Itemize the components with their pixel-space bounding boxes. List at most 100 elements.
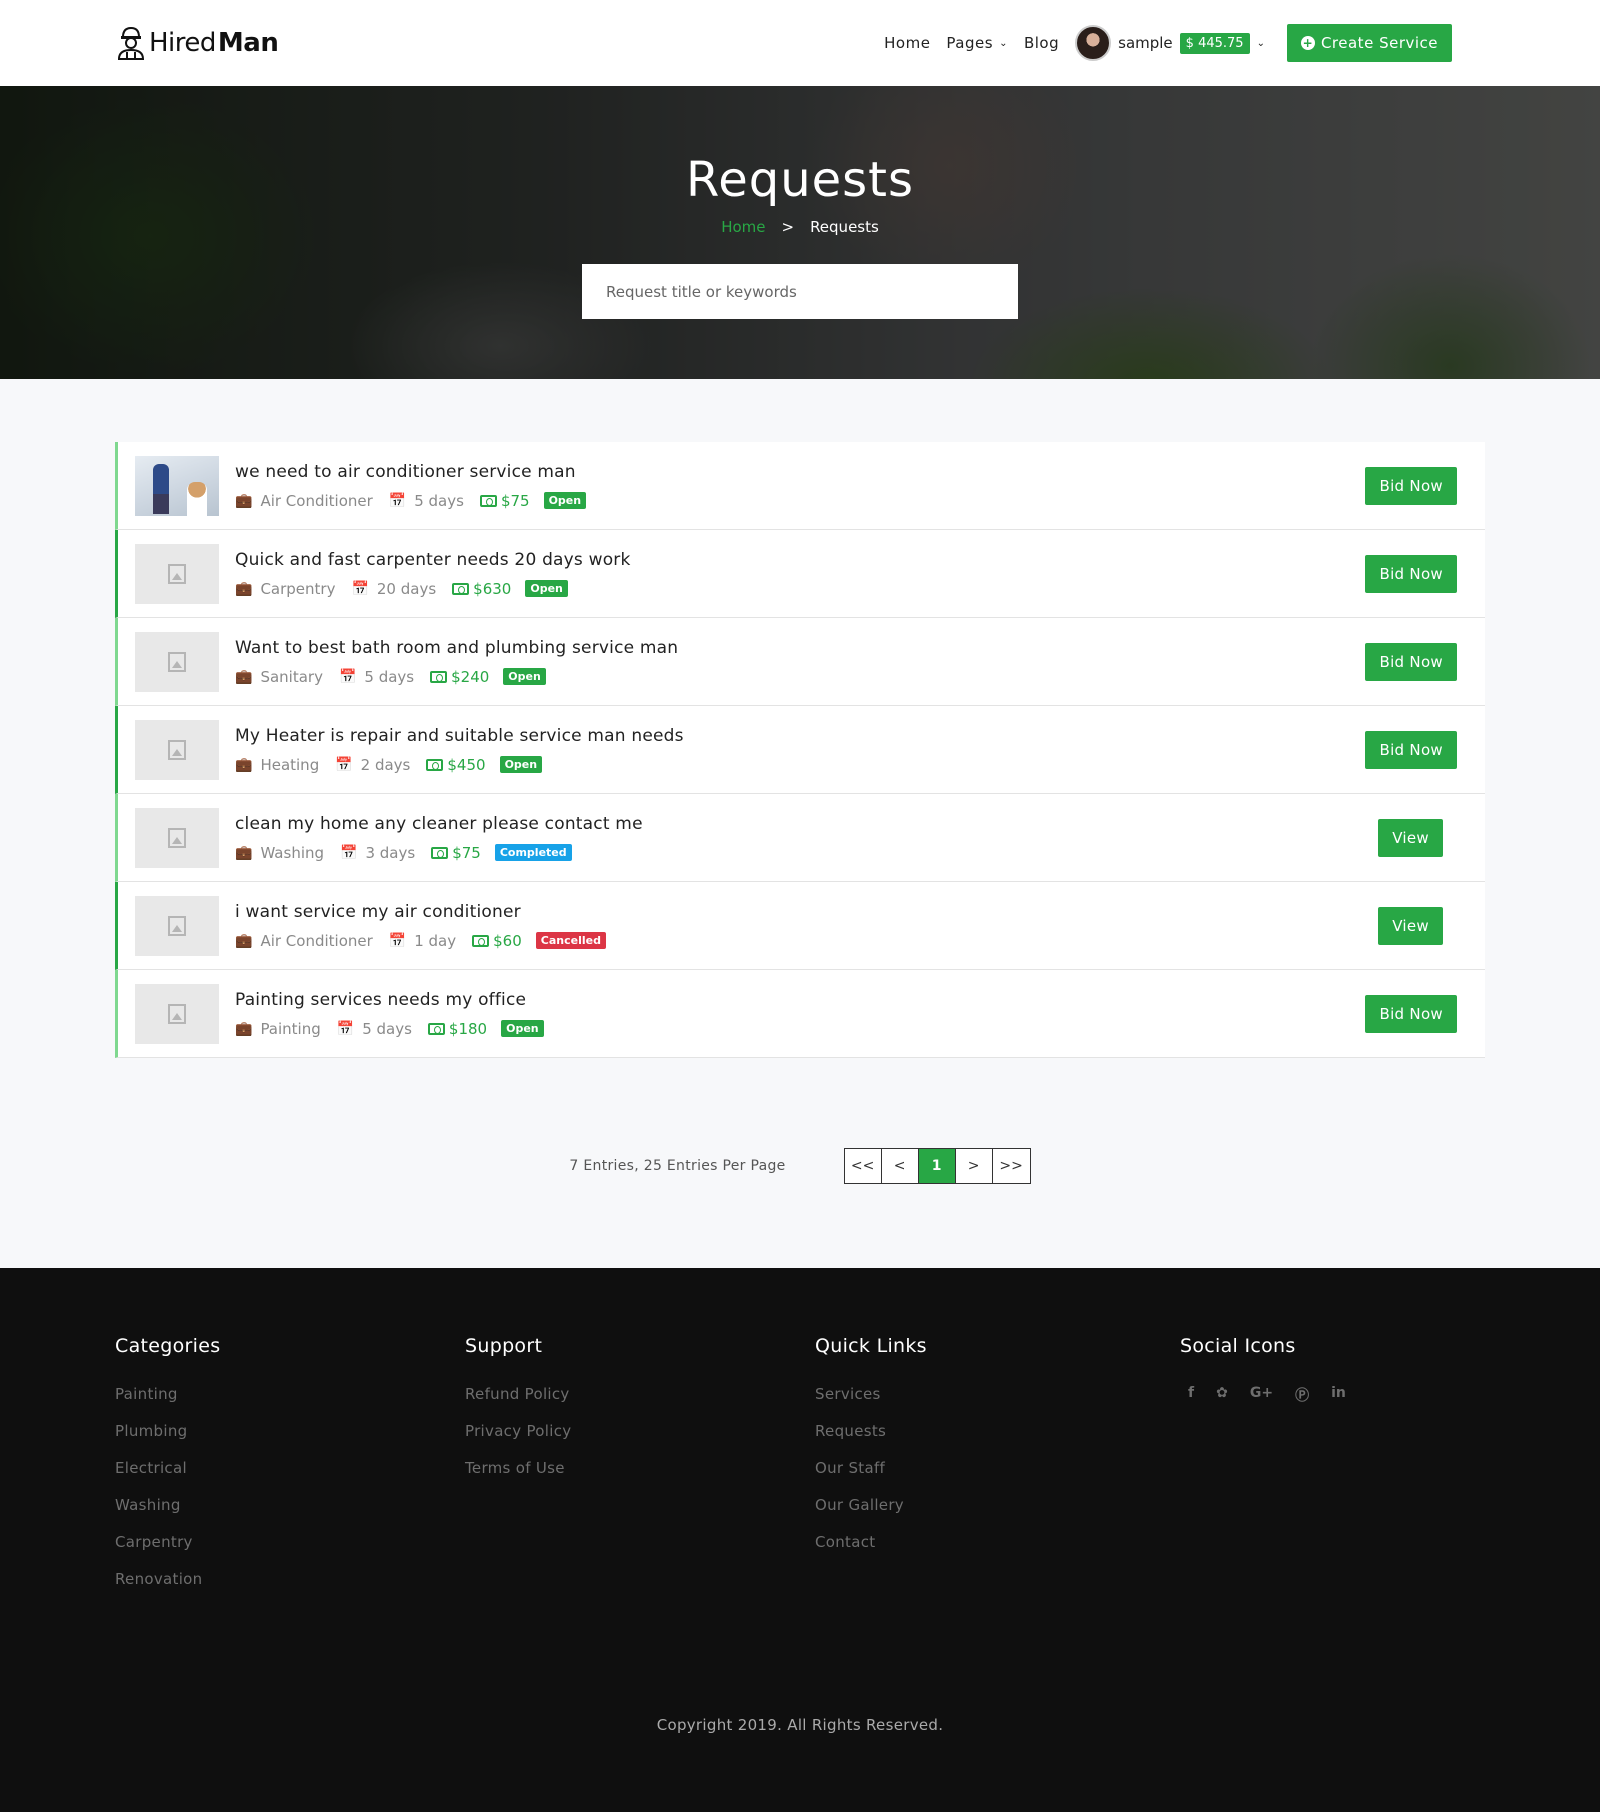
footer-social: Social Icons f ✿ G+ Ⓟ in (1180, 1335, 1346, 1607)
money-icon (427, 1022, 445, 1035)
briefcase-icon: 💼 (235, 1020, 253, 1037)
user-menu[interactable]: sample $ 445.75 ⌄ (1075, 25, 1265, 61)
request-row[interactable]: Painting services needs my office 💼 Painti… (115, 970, 1485, 1058)
footer-link[interactable]: Renovation (115, 1570, 465, 1588)
main-nav: Home Pages ⌄ Blog sample $ 445.75 ⌄ + Cre… (884, 24, 1452, 62)
logo[interactable]: Hired Man (115, 25, 279, 61)
request-price: $450 (447, 755, 486, 774)
footer-link[interactable]: Contact (815, 1533, 1180, 1551)
request-meta: 💼 Air Conditioner 📅 5 days $75 Open (235, 492, 1365, 510)
request-duration: 5 days (362, 1019, 412, 1038)
bid-now-button[interactable]: Bid Now (1365, 642, 1457, 681)
next-page-button[interactable]: > (955, 1149, 993, 1183)
search-input[interactable] (606, 282, 994, 301)
request-title[interactable]: Quick and fast carpenter needs 20 days w… (235, 550, 1365, 570)
entries-summary: 7 Entries, 25 Entries Per Page (569, 1158, 786, 1174)
footer-link[interactable]: Our Staff (815, 1459, 1180, 1477)
request-thumbnail[interactable] (135, 895, 219, 956)
create-service-button[interactable]: + Create Service (1286, 24, 1452, 62)
request-row[interactable]: Quick and fast carpenter needs 20 days w… (115, 530, 1485, 618)
nav-pages[interactable]: Pages ⌄ (946, 34, 1008, 52)
footer-link[interactable]: Washing (115, 1496, 465, 1514)
request-thumbnail[interactable] (135, 543, 219, 604)
copyright: Copyright 2019. All Rights Reserved. (656, 1716, 944, 1734)
nav-home[interactable]: Home (884, 34, 930, 52)
linkedin-icon[interactable]: in (1331, 1385, 1346, 1405)
request-info: My Heater is repair and suitable service… (235, 726, 1365, 774)
page-1-button[interactable]: 1 (918, 1149, 956, 1183)
footer-support: Support Refund Policy Privacy Policy Ter… (465, 1335, 815, 1607)
request-thumbnail[interactable] (135, 807, 219, 868)
footer-link[interactable]: Terms of Use (465, 1459, 815, 1477)
request-price: $240 (451, 667, 490, 686)
request-row[interactable]: i want service my air conditioner 💼 Air Co… (115, 882, 1485, 970)
request-info: clean my home any cleaner please contact… (235, 814, 1378, 862)
request-category: Air Conditioner (260, 931, 373, 950)
image-placeholder-icon (168, 651, 186, 672)
footer-link[interactable]: Privacy Policy (465, 1422, 815, 1440)
request-thumbnail[interactable] (135, 983, 219, 1044)
view-button[interactable]: View (1378, 818, 1443, 857)
image-placeholder-icon (168, 739, 186, 760)
request-thumbnail[interactable] (135, 455, 219, 516)
request-duration: 20 days (376, 579, 437, 598)
last-page-button[interactable]: >> (992, 1149, 1030, 1183)
bid-now-button[interactable]: Bid Now (1365, 730, 1457, 769)
request-title[interactable]: i want service my air conditioner (235, 902, 1378, 922)
footer-link[interactable]: Refund Policy (465, 1385, 815, 1403)
request-title[interactable]: My Heater is repair and suitable service… (235, 726, 1365, 746)
footer-link[interactable]: Electrical (115, 1459, 465, 1477)
request-duration: 5 days (364, 667, 415, 686)
footer-link[interactable]: Our Gallery (815, 1496, 1180, 1514)
footer-link[interactable]: Requests (815, 1422, 1180, 1440)
view-button[interactable]: View (1378, 906, 1443, 945)
money-icon (472, 934, 490, 947)
request-row[interactable]: My Heater is repair and suitable service… (115, 706, 1485, 794)
site-header: Hired Man Home Pages ⌄ Blog sample $ 445.7… (0, 0, 1600, 86)
briefcase-icon: 💼 (235, 756, 253, 773)
status-badge: Open (501, 1020, 544, 1037)
status-badge: Open (503, 668, 546, 685)
status-badge: Open (499, 756, 543, 773)
footer-link[interactable]: Services (815, 1385, 1180, 1403)
request-title[interactable]: Painting services needs my office (235, 990, 1365, 1010)
google-plus-icon[interactable]: G+ (1250, 1385, 1273, 1405)
bid-now-button[interactable]: Bid Now (1365, 554, 1457, 593)
request-category: Air Conditioner (260, 491, 373, 510)
calendar-icon: 📅 (388, 932, 407, 949)
bid-now-button[interactable]: Bid Now (1365, 994, 1457, 1033)
social-icons: f ✿ G+ Ⓟ in (1180, 1385, 1346, 1405)
request-row[interactable]: we need to air conditioner service man 💼 A… (115, 442, 1485, 530)
money-icon (431, 846, 449, 859)
first-page-button[interactable]: << (844, 1149, 882, 1183)
briefcase-icon: 💼 (235, 492, 253, 509)
request-row[interactable]: Want to best bath room and plumbing serv… (115, 618, 1485, 706)
request-title[interactable]: clean my home any cleaner please contact… (235, 814, 1378, 834)
request-category: Heating (260, 755, 320, 774)
pinterest-icon[interactable]: Ⓟ (1295, 1385, 1309, 1405)
request-row[interactable]: clean my home any cleaner please contact… (115, 794, 1485, 882)
chevron-down-icon: ⌄ (999, 37, 1008, 49)
bid-now-button[interactable]: Bid Now (1365, 466, 1457, 505)
request-meta: 💼 Heating 📅 2 days $450 Open (235, 756, 1365, 774)
footer-link[interactable]: Carpentry (115, 1533, 465, 1551)
request-thumbnail[interactable] (135, 631, 219, 692)
nav-blog[interactable]: Blog (1024, 34, 1059, 52)
footer-link[interactable]: Plumbing (115, 1422, 465, 1440)
twitter-icon[interactable]: ✿ (1216, 1385, 1228, 1405)
footer-link[interactable]: Painting (115, 1385, 465, 1403)
request-info: Painting services needs my office 💼 Painti… (235, 990, 1365, 1038)
request-price: $630 (473, 579, 512, 598)
facebook-icon[interactable]: f (1188, 1385, 1194, 1405)
request-title[interactable]: Want to best bath room and plumbing serv… (235, 638, 1365, 658)
image-placeholder-icon (168, 1003, 186, 1024)
request-info: Quick and fast carpenter needs 20 days w… (235, 550, 1365, 598)
request-thumbnail[interactable] (135, 719, 219, 780)
prev-page-button[interactable]: < (881, 1149, 919, 1183)
request-duration: 1 day (414, 931, 457, 950)
request-duration: 2 days (360, 755, 411, 774)
request-price: $180 (448, 1019, 488, 1038)
request-title[interactable]: we need to air conditioner service man (235, 462, 1365, 482)
breadcrumb-home[interactable]: Home (721, 218, 765, 236)
request-price: $75 (500, 491, 530, 510)
